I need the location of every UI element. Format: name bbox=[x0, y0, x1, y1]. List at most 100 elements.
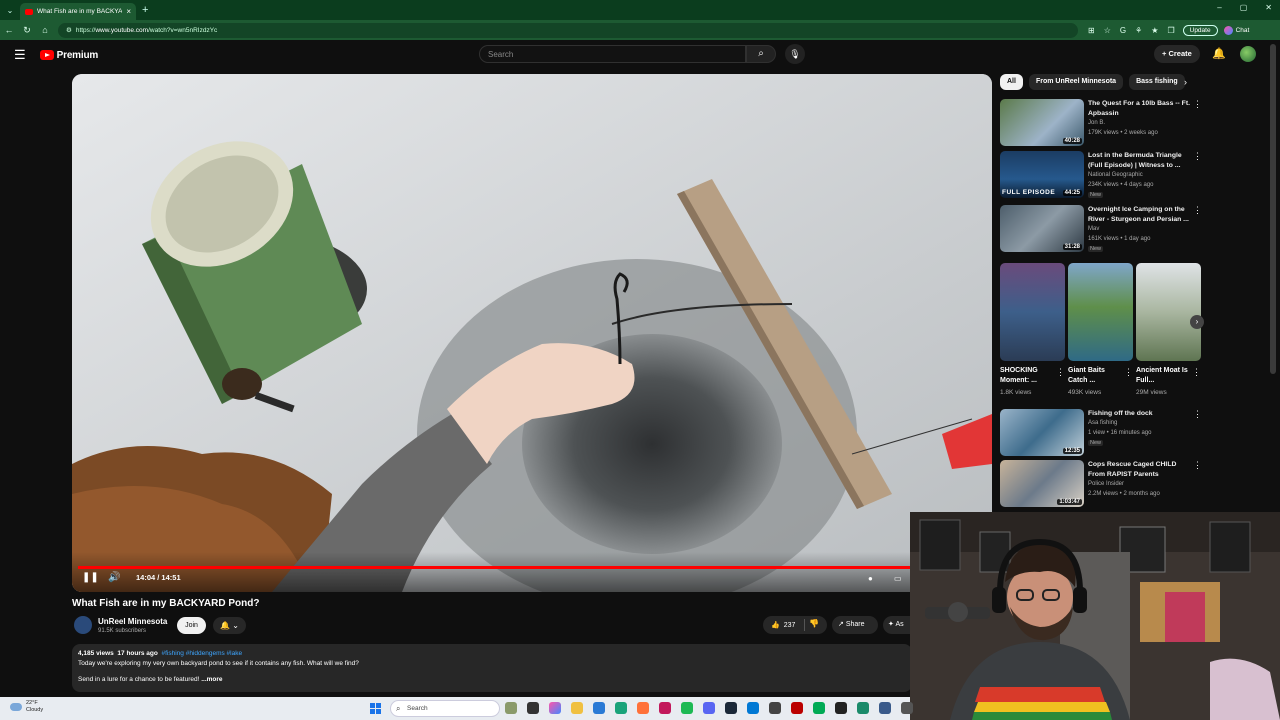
video-thumbnail[interactable]: 1:03:47 bbox=[1000, 460, 1084, 507]
hamburger-menu-icon[interactable]: ☰ bbox=[14, 47, 26, 63]
rec-title[interactable]: Fishing off the dock bbox=[1088, 409, 1194, 419]
channel-name[interactable]: UnReel Minnesota bbox=[98, 617, 167, 626]
terminal-icon[interactable] bbox=[769, 702, 781, 714]
join-button[interactable]: Join bbox=[177, 617, 206, 634]
volume-icon[interactable]: 🔊 bbox=[108, 572, 120, 583]
video-thumbnail[interactable]: 31:28 bbox=[1000, 205, 1084, 252]
channel-avatar[interactable] bbox=[74, 616, 92, 634]
app-icon[interactable] bbox=[659, 702, 671, 714]
minimize-icon[interactable]: – bbox=[1217, 3, 1221, 12]
notifications-bell-icon[interactable]: 🔔 bbox=[1212, 47, 1226, 60]
tab-close-icon[interactable]: × bbox=[126, 7, 131, 16]
rec-title[interactable]: Overnight Ice Camping on the River - Stu… bbox=[1088, 205, 1194, 224]
more-options-icon[interactable]: ⋮ bbox=[1193, 151, 1202, 162]
short-thumbnail[interactable] bbox=[1068, 263, 1133, 361]
copilot-taskbar-icon[interactable] bbox=[549, 702, 561, 714]
recommended-video[interactable]: 40:28 The Quest For a 10lb Bass -- Ft. A… bbox=[1000, 99, 1205, 147]
account-avatar[interactable] bbox=[1240, 46, 1256, 62]
firefox-icon[interactable] bbox=[637, 702, 649, 714]
page-scrollbar[interactable] bbox=[1270, 44, 1276, 374]
chat-button[interactable]: Chat bbox=[1223, 25, 1249, 35]
video-thumbnail[interactable]: 12:35 bbox=[1000, 409, 1084, 456]
favorites-icon[interactable]: ★ bbox=[1151, 26, 1158, 35]
recommended-video[interactable]: 12:35 Fishing off the dock Asa fishing 1… bbox=[1000, 409, 1205, 457]
description-box[interactable]: 4,185 views 17 hours ago #fishing #hidde… bbox=[72, 644, 912, 692]
collections-icon[interactable]: ❐ bbox=[1167, 26, 1174, 35]
task-view-icon[interactable] bbox=[527, 702, 539, 714]
app-icon[interactable] bbox=[835, 702, 847, 714]
video-thumbnail[interactable]: 40:28 bbox=[1000, 99, 1084, 146]
more-options-icon[interactable]: ⋮ bbox=[1056, 367, 1065, 378]
file-explorer-icon[interactable] bbox=[571, 702, 583, 714]
video-thumbnail[interactable]: FULL EPISODE 44:25 bbox=[1000, 151, 1084, 198]
short-item[interactable]: Giant Baits Catch ... 493K views ⋮ bbox=[1068, 263, 1133, 396]
store-icon[interactable] bbox=[593, 702, 605, 714]
subscribed-bell-button[interactable]: 🔔 ⌄ bbox=[213, 617, 246, 634]
recommended-video[interactable]: 31:28 Overnight Ice Camping on the River… bbox=[1000, 205, 1205, 253]
site-info-icon[interactable]: ⚙ bbox=[66, 26, 72, 34]
spotify-icon[interactable] bbox=[681, 702, 693, 714]
rec-title[interactable]: Lost in the Bermuda Triangle (Full Episo… bbox=[1088, 151, 1194, 170]
new-tab-icon[interactable]: + bbox=[142, 4, 148, 16]
app-icon[interactable] bbox=[857, 702, 869, 714]
rec-title[interactable]: The Quest For a 10lb Bass -- Ft. Apbassi… bbox=[1088, 99, 1194, 118]
home-icon[interactable]: ⌂ bbox=[36, 25, 54, 35]
autoplay-toggle-icon[interactable]: ● bbox=[868, 574, 873, 583]
rec-title[interactable]: Cops Rescue Caged CHILD From RAPIST Pare… bbox=[1088, 460, 1194, 479]
weather-widget[interactable]: 22°F Cloudy bbox=[10, 700, 43, 714]
steam-icon[interactable] bbox=[725, 702, 737, 714]
captions-icon[interactable]: ▭ bbox=[894, 574, 902, 583]
back-icon[interactable]: ← bbox=[0, 25, 18, 35]
short-title[interactable]: Ancient Moat Is Full... bbox=[1136, 366, 1188, 386]
close-window-icon[interactable]: ✕ bbox=[1265, 3, 1272, 12]
discord-icon[interactable] bbox=[703, 702, 715, 714]
more-options-icon[interactable]: ⋮ bbox=[1124, 367, 1133, 378]
rec-channel[interactable]: Mav bbox=[1088, 226, 1099, 232]
taskbar-search[interactable]: Search bbox=[390, 700, 500, 717]
share-button[interactable]: ↗ Share bbox=[832, 616, 878, 634]
reload-icon[interactable]: ↻ bbox=[18, 25, 36, 36]
rec-channel[interactable]: Jon B. bbox=[1088, 120, 1105, 126]
url-field[interactable]: ⚙ https://www.youtube.com/watch?v=wn5nRI… bbox=[58, 22, 1078, 38]
rec-channel[interactable]: Asa fishing bbox=[1088, 420, 1117, 426]
more-link[interactable]: ...more bbox=[201, 676, 222, 683]
pause-icon[interactable]: ❚❚ bbox=[82, 572, 99, 583]
install-app-icon[interactable]: ⊞ bbox=[1088, 26, 1095, 35]
obs-icon[interactable] bbox=[791, 702, 803, 714]
notepad-icon[interactable] bbox=[747, 702, 759, 714]
more-options-icon[interactable]: ⋮ bbox=[1193, 460, 1202, 471]
more-options-icon[interactable]: ⋮ bbox=[1193, 205, 1202, 216]
shorts-next-icon[interactable]: › bbox=[1190, 315, 1204, 329]
more-options-icon[interactable]: ⋮ bbox=[1193, 409, 1202, 420]
short-thumbnail[interactable] bbox=[1136, 263, 1201, 361]
app-icon[interactable] bbox=[879, 702, 891, 714]
tab-list-chevron-icon[interactable]: ⌄ bbox=[0, 6, 20, 15]
bookmark-star-icon[interactable]: ☆ bbox=[1104, 26, 1111, 35]
short-thumbnail[interactable] bbox=[1000, 263, 1065, 361]
chip-all[interactable]: All bbox=[1000, 74, 1023, 90]
update-button[interactable]: Update bbox=[1182, 24, 1218, 36]
extension-g-icon[interactable]: G bbox=[1120, 26, 1126, 35]
rec-channel[interactable]: Police Insider bbox=[1088, 481, 1124, 487]
short-title[interactable]: Giant Baits Catch ... bbox=[1068, 366, 1120, 386]
video-player[interactable]: ❚❚ 🔊 14:04 / 14:51 ● ▭ bbox=[72, 74, 992, 592]
ask-button[interactable]: ✦ As bbox=[883, 616, 913, 634]
windows-start-icon[interactable] bbox=[370, 703, 381, 714]
thumbs-down-icon[interactable]: 👎 bbox=[809, 619, 819, 628]
more-options-icon[interactable]: ⋮ bbox=[1192, 367, 1201, 378]
browser-tab-active[interactable]: What Fish are in my BACKYARD Pond? × bbox=[20, 3, 136, 20]
hashtags[interactable]: #fishing #hiddengems #lake bbox=[162, 650, 243, 657]
taskbar-app-icon[interactable] bbox=[505, 702, 517, 714]
extension-icon[interactable]: ⚘ bbox=[1135, 26, 1142, 35]
rec-channel[interactable]: National Geographic bbox=[1088, 172, 1143, 178]
app-icon[interactable] bbox=[901, 702, 913, 714]
maximize-icon[interactable]: ▢ bbox=[1240, 3, 1248, 12]
chip-bass-fishing[interactable]: Bass fishing bbox=[1129, 74, 1185, 90]
short-item[interactable]: SHOCKING Moment: ... 1.8K views ⋮ bbox=[1000, 263, 1065, 396]
app-icon[interactable] bbox=[813, 702, 825, 714]
chevron-right-icon[interactable]: › bbox=[1184, 77, 1187, 87]
create-button[interactable]: + Create bbox=[1154, 45, 1200, 63]
progress-bar[interactable] bbox=[78, 566, 982, 569]
recommended-video[interactable]: FULL EPISODE 44:25 Lost in the Bermuda T… bbox=[1000, 151, 1205, 199]
youtube-logo[interactable]: Premium bbox=[39, 50, 98, 61]
